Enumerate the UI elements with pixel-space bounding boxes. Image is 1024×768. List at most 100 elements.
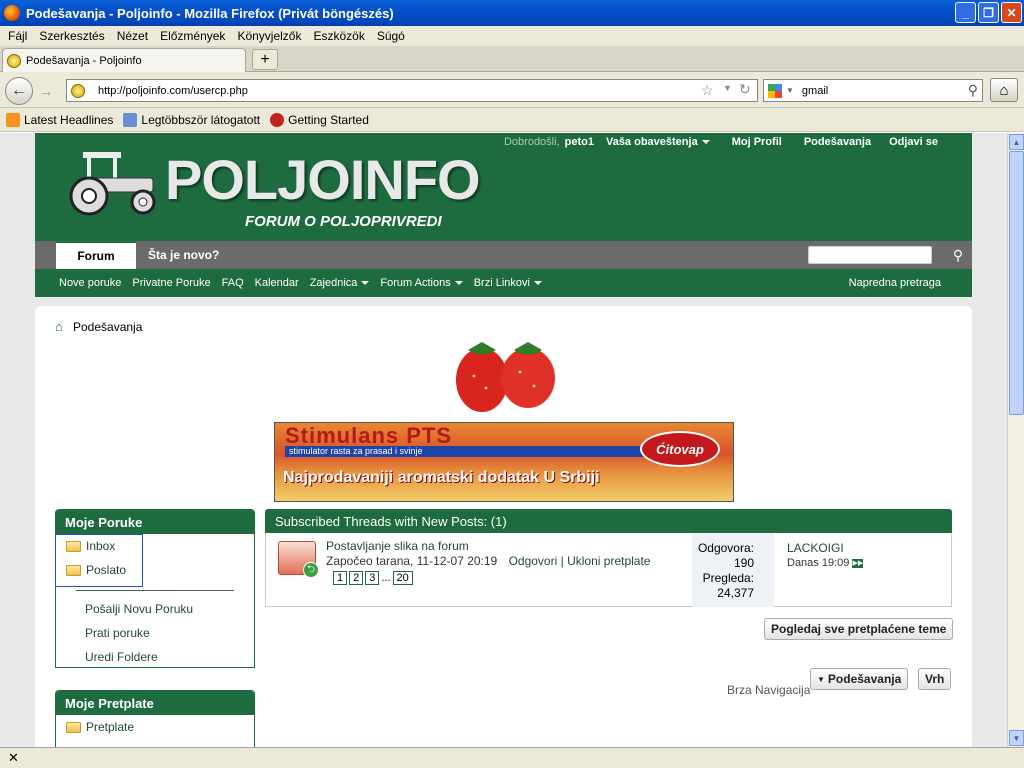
- thread-pagination: 1 2 3 ... 20: [333, 571, 413, 585]
- maximize-button[interactable]: ❐: [978, 2, 999, 23]
- username-link[interactable]: peto1: [565, 136, 594, 148]
- page-link[interactable]: 2: [349, 571, 364, 585]
- quick-navigation-label: Brza Navigacija: [727, 683, 811, 697]
- close-button[interactable]: ✕: [1001, 2, 1022, 23]
- menu-edit[interactable]: Szerkesztés: [33, 29, 110, 43]
- last-post-time: Danas 19:09: [787, 557, 850, 569]
- bookmark-most-visited[interactable]: Legtöbbször látogatott: [123, 112, 260, 127]
- last-post-info: LACKOIGI Danas 19:09 ▶▶: [787, 541, 864, 569]
- views-label: Pregleda:: [702, 571, 754, 585]
- breadcrumb-current: Podešavanja: [73, 320, 143, 334]
- advanced-search-link[interactable]: Napredna pretraga: [849, 277, 941, 289]
- subnav-forum-actions[interactable]: Forum Actions: [380, 277, 463, 289]
- advertisement-banner[interactable]: Stimulans PTS stimulator rasta za prasad…: [274, 422, 734, 502]
- logout-link[interactable]: Odjavi se: [889, 136, 938, 148]
- scroll-up-arrow-icon[interactable]: ▲: [1009, 134, 1024, 150]
- subnav-calendar[interactable]: Kalendar: [255, 277, 299, 289]
- page-link[interactable]: 3: [365, 571, 380, 585]
- replies-label: Odgovora:: [697, 541, 754, 555]
- back-button[interactable]: ←: [5, 77, 33, 105]
- rss-icon: [6, 112, 20, 127]
- search-magnifier-icon[interactable]: ⚲: [968, 82, 978, 99]
- menu-file[interactable]: Fájl: [2, 29, 33, 43]
- unsubscribe-link[interactable]: Ukloni pretplate: [567, 554, 650, 568]
- dropdown-caret-icon: [533, 281, 542, 286]
- thread-meta: Započeo tarana, 11-12-07 20:19 Odgovori …: [326, 554, 650, 568]
- smart-folder-icon: [123, 112, 138, 127]
- page-link[interactable]: 20: [392, 571, 413, 585]
- bookmark-label: Latest Headlines: [24, 112, 114, 127]
- sub-navigation: Nove poruke Privatne Poruke FAQ Kalendar…: [35, 269, 972, 297]
- menu-bookmarks[interactable]: Könyvjelzők: [231, 29, 307, 43]
- selection-rectangle: [55, 534, 143, 587]
- subnav-community-label: Zajednica: [309, 277, 358, 289]
- scroll-down-arrow-icon[interactable]: ▼: [1009, 730, 1024, 746]
- notifications-menu[interactable]: Vaša obaveštenja: [606, 136, 710, 148]
- site-identity-icon[interactable]: [71, 83, 85, 98]
- new-tab-button[interactable]: +: [252, 49, 278, 70]
- last-poster-link[interactable]: LACKOIGI: [787, 541, 863, 555]
- home-icon[interactable]: ⌂: [55, 320, 67, 333]
- content-panel: ⌂ Podešavanja Stimulans PTS stimulator r…: [35, 306, 972, 747]
- bookmark-getting-started[interactable]: Getting Started: [270, 112, 369, 127]
- site-header: POLJOINFO FORUM O POLJOPRIVREDI Dobrodoš…: [35, 133, 972, 241]
- minimize-button[interactable]: _: [955, 2, 976, 23]
- window-titlebar: Podešavanja - Poljoinfo - Mozilla Firefo…: [0, 0, 1024, 26]
- top-button[interactable]: Vrh: [918, 668, 952, 690]
- firefox-icon: [4, 5, 20, 21]
- menu-history[interactable]: Előzmények: [154, 29, 231, 43]
- breadcrumb: ⌂ Podešavanja: [55, 320, 142, 334]
- edit-folders-link[interactable]: Uredi Foldere: [56, 645, 254, 669]
- view-all-subscribed-button[interactable]: Pogledaj sve pretplaćene teme: [764, 618, 954, 640]
- strawberry-image[interactable]: [440, 336, 570, 416]
- go-to-last-post-icon[interactable]: ▶▶: [852, 558, 864, 568]
- notifications-label: Vaša obaveštenja: [605, 136, 698, 148]
- replies-link[interactable]: Odgovori: [509, 554, 558, 568]
- scroll-thumb[interactable]: [1009, 151, 1024, 415]
- home-button[interactable]: ⌂: [990, 78, 1018, 102]
- browser-tab[interactable]: Podešavanja - Poljoinfo: [2, 48, 246, 72]
- quick-navigation-select[interactable]: ▼ Podešavanja: [810, 668, 909, 690]
- bookmark-latest-headlines[interactable]: Latest Headlines: [6, 112, 114, 127]
- subnav-community[interactable]: Zajednica: [310, 277, 370, 289]
- vertical-scrollbar[interactable]: ▲ ▼: [1007, 133, 1024, 747]
- subnav-quick-links[interactable]: Brzi Linkovi: [474, 277, 542, 289]
- navigation-toolbar: ← → http://poljoinfo.com/usercp.php ☆ ▼ …: [0, 72, 1024, 108]
- page-link[interactable]: 1: [333, 571, 348, 585]
- thread-title[interactable]: Postavljanje slika na forum: [326, 539, 469, 553]
- subnav-faq[interactable]: FAQ: [222, 277, 244, 289]
- folder-icon: [66, 721, 81, 733]
- bookmark-star-icon[interactable]: ☆: [701, 82, 714, 99]
- search-box[interactable]: ▼ gmail ⚲: [763, 79, 983, 102]
- url-bar[interactable]: http://poljoinfo.com/usercp.php ☆ ▼ ↻: [66, 79, 758, 102]
- tab-bar: Podešavanja - Poljoinfo +: [0, 46, 1024, 72]
- tractor-logo-icon: [69, 152, 156, 216]
- forum-search-input[interactable]: [808, 246, 932, 264]
- forward-button[interactable]: →: [35, 81, 57, 101]
- my-profile-link[interactable]: Moj Profil: [732, 136, 782, 148]
- quick-navigation-value: Podešavanja: [827, 672, 902, 686]
- send-new-message-link[interactable]: Pošalji Novu Poruku: [56, 597, 254, 621]
- folder-subscriptions[interactable]: Pretplate: [56, 715, 254, 739]
- tab-whats-new[interactable]: Šta je novo?: [148, 241, 219, 269]
- url-dropdown-icon[interactable]: ▼: [723, 83, 732, 93]
- site-logo-text[interactable]: POLJOINFO: [165, 147, 481, 212]
- google-icon[interactable]: [768, 83, 782, 98]
- views-count: 24,377: [717, 586, 754, 600]
- settings-link[interactable]: Podešavanja: [804, 136, 871, 148]
- subnav-private-messages[interactable]: Privatne Poruke: [132, 277, 210, 289]
- tab-forum[interactable]: Forum: [56, 241, 136, 269]
- menu-view[interactable]: Nézet: [111, 29, 154, 43]
- track-messages-link[interactable]: Prati poruke: [56, 621, 254, 645]
- forum-search-icon[interactable]: ⚲: [946, 243, 970, 267]
- menu-tools[interactable]: Eszközök: [307, 29, 370, 43]
- bookmark-label: Getting Started: [288, 112, 369, 127]
- menu-help[interactable]: Súgó: [371, 29, 411, 43]
- close-findbar-icon[interactable]: ✕: [8, 750, 19, 766]
- subnav-new-posts[interactable]: Nove poruke: [59, 277, 121, 289]
- new-post-arrow-icon: ⮌: [303, 562, 319, 578]
- main-tabs: Forum Šta je novo? ⚲: [35, 241, 972, 269]
- search-engine-dropdown-icon[interactable]: ▼: [786, 86, 794, 95]
- reload-icon[interactable]: ↻: [739, 81, 751, 98]
- site-favicon-icon: [7, 53, 21, 68]
